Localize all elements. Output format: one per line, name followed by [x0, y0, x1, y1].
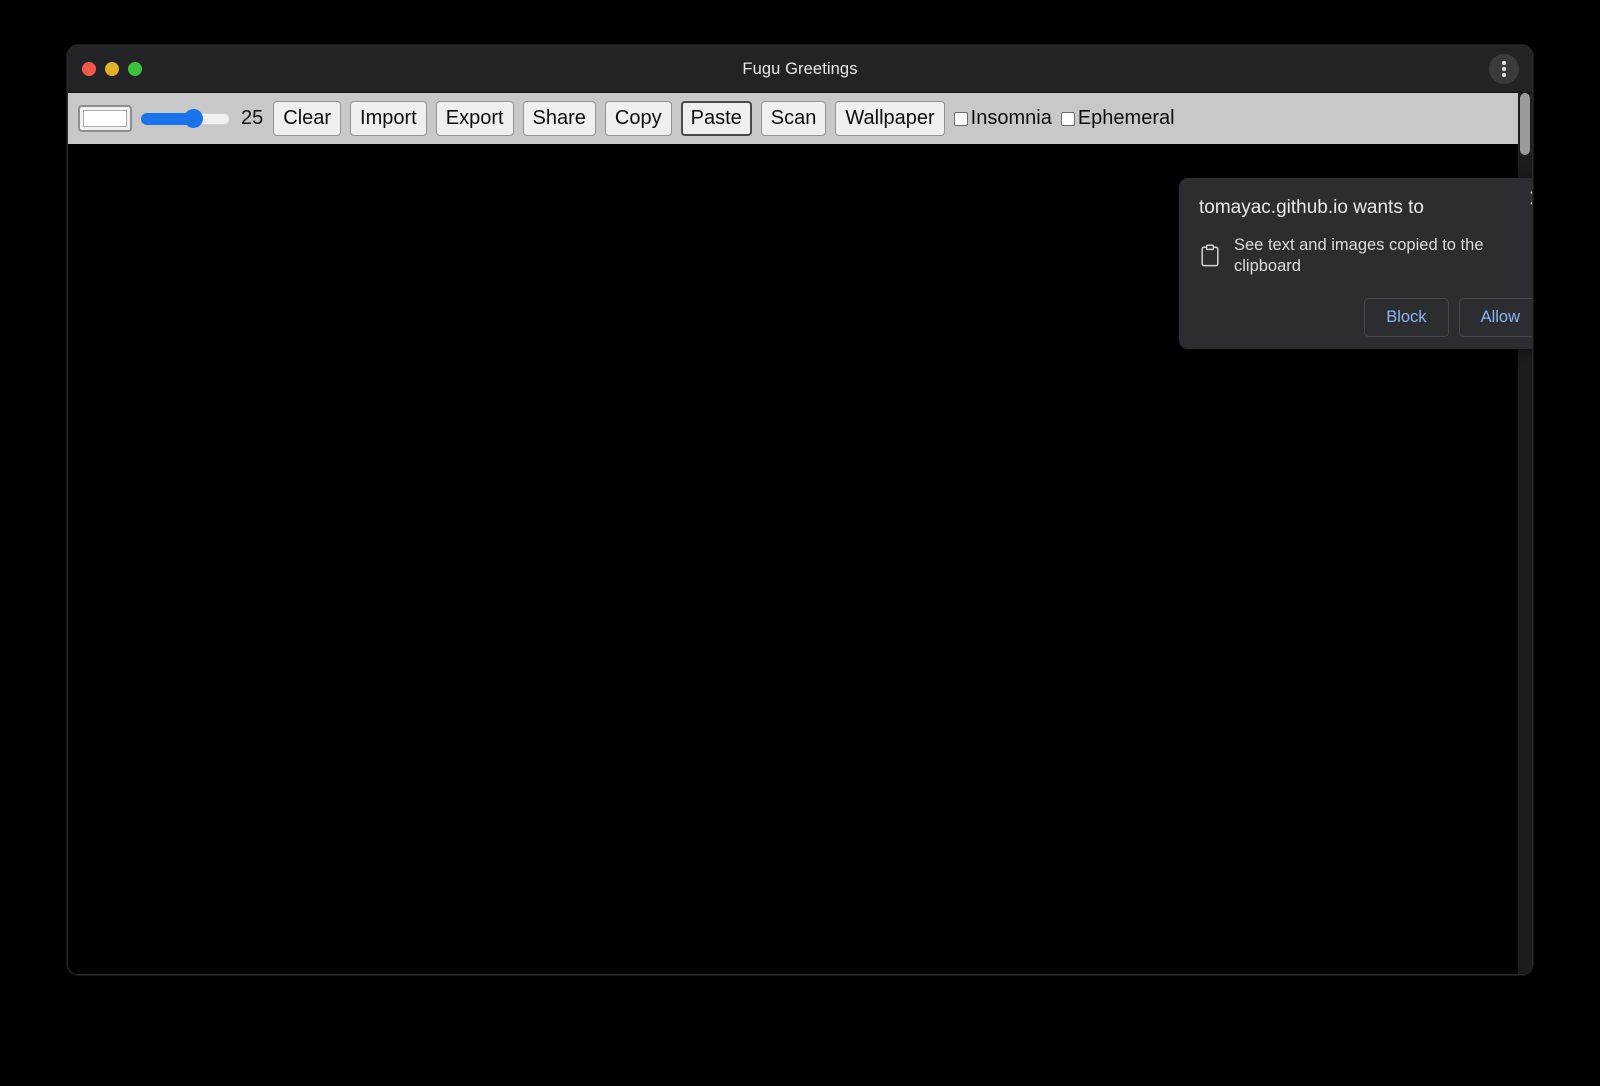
permission-actions: Block Allow — [1197, 298, 1533, 337]
insomnia-checkbox-label: Insomnia — [971, 107, 1052, 130]
clear-button[interactable]: Clear — [273, 101, 341, 136]
maximize-window-button[interactable] — [128, 62, 142, 76]
import-button[interactable]: Import — [350, 101, 427, 136]
screen: Fugu Greetings 25 Clear Import Export — [0, 0, 1600, 1086]
window-titlebar: Fugu Greetings — [68, 46, 1532, 93]
permission-request-row: See text and images copied to the clipbo… — [1197, 235, 1533, 278]
traffic-lights — [82, 62, 142, 76]
color-swatch-icon[interactable] — [78, 105, 132, 132]
export-button[interactable]: Export — [436, 101, 514, 136]
close-icon[interactable] — [1525, 186, 1533, 210]
permission-description: See text and images copied to the clipbo… — [1234, 235, 1533, 278]
brush-size-slider[interactable] — [141, 108, 230, 130]
ephemeral-checkbox[interactable]: Ephemeral — [1061, 107, 1175, 130]
block-button[interactable]: Block — [1364, 298, 1448, 337]
scrollbar-thumb[interactable] — [1520, 93, 1530, 155]
app-toolbar: 25 Clear Import Export Share Copy Paste … — [68, 93, 1532, 144]
slider-value-label: 25 — [241, 107, 263, 130]
allow-button[interactable]: Allow — [1459, 298, 1533, 337]
copy-button[interactable]: Copy — [605, 101, 672, 136]
close-window-button[interactable] — [82, 62, 96, 76]
minimize-window-button[interactable] — [105, 62, 119, 76]
scan-button[interactable]: Scan — [761, 101, 827, 136]
checkbox-box-icon[interactable] — [1061, 112, 1075, 126]
wallpaper-button[interactable]: Wallpaper — [835, 101, 944, 136]
permission-title: tomayac.github.io wants to — [1199, 196, 1533, 220]
clipboard-permission-dialog: tomayac.github.io wants to See text and … — [1179, 178, 1533, 349]
share-button[interactable]: Share — [523, 101, 596, 136]
clipboard-icon — [1199, 244, 1221, 268]
browser-window: Fugu Greetings 25 Clear Import Export — [67, 45, 1533, 975]
page-content: 25 Clear Import Export Share Copy Paste … — [68, 93, 1532, 974]
checkbox-box-icon[interactable] — [954, 112, 968, 126]
paste-button[interactable]: Paste — [681, 101, 752, 136]
window-title: Fugu Greetings — [68, 60, 1532, 79]
ephemeral-checkbox-label: Ephemeral — [1078, 107, 1175, 130]
kebab-menu-icon[interactable] — [1489, 54, 1519, 84]
insomnia-checkbox[interactable]: Insomnia — [954, 107, 1052, 130]
